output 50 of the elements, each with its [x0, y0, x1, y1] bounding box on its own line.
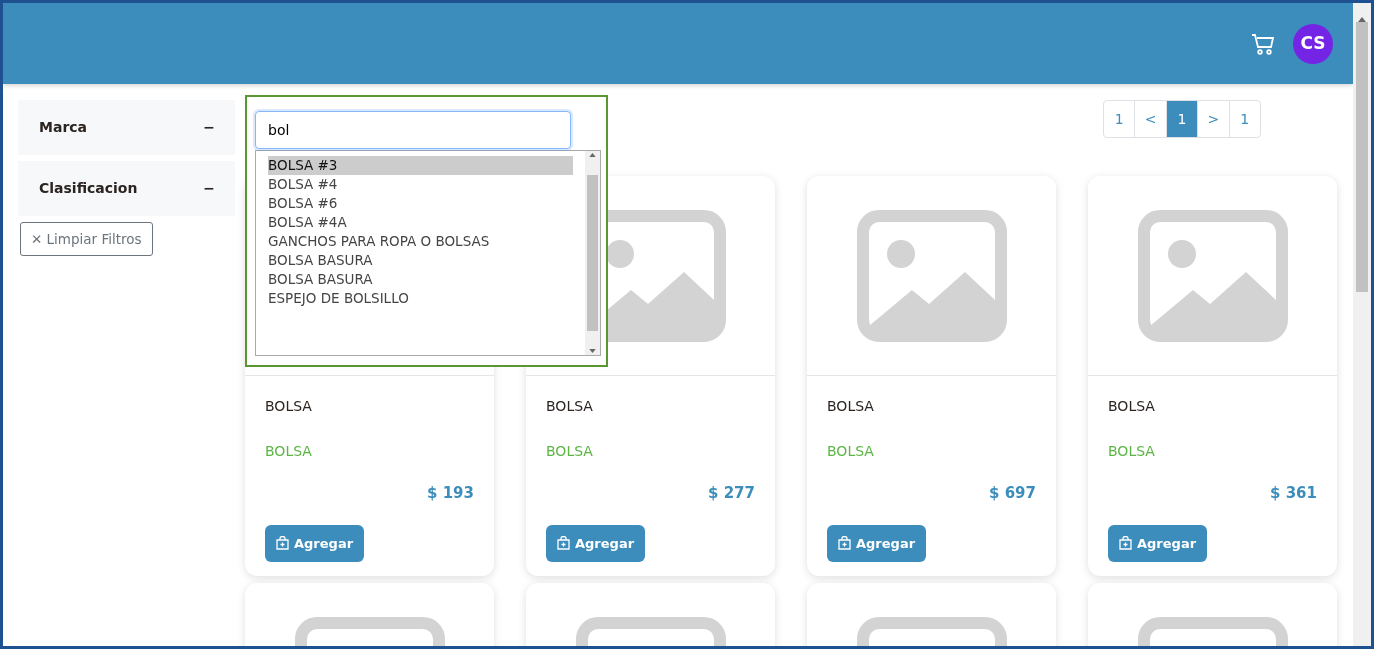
image-placeholder-icon [1137, 209, 1288, 342]
product-brand: BOLSA [546, 442, 594, 461]
collapse-toggle[interactable]: − [203, 117, 215, 138]
add-to-cart-button[interactable]: Agregar [265, 524, 365, 562]
user-avatar[interactable]: CS [1293, 23, 1333, 64]
product-price: $ 361 [1269, 483, 1317, 504]
page-link[interactable]: < [1134, 101, 1166, 137]
filter-label: Clasificacion [39, 179, 138, 198]
suggestion-item[interactable]: ESPEJO DE BOLSILLO [268, 289, 573, 308]
suggestion-item[interactable]: BOLSA BASURA [268, 270, 573, 289]
filter-panel[interactable]: Clasificacion − [18, 161, 235, 216]
image-placeholder-icon [856, 209, 1007, 342]
suggestion-item[interactable]: BOLSA #4A [268, 213, 573, 232]
scroll-up-arrow-icon[interactable] [589, 153, 596, 157]
product-brand: BOLSA [265, 442, 313, 461]
bag-plus-icon [276, 536, 289, 551]
page-link[interactable]: 1 [1165, 101, 1198, 137]
add-to-cart-button[interactable]: Agregar [546, 524, 646, 562]
suggestion-item[interactable]: GANCHOS PARA ROPA O BOLSAS [268, 232, 573, 251]
scroll-up-arrow-icon[interactable] [1358, 17, 1366, 22]
scroll-down-arrow-icon[interactable] [589, 349, 596, 353]
product-name: BOLSA [1108, 397, 1156, 416]
product-brand: BOLSA [1108, 442, 1156, 461]
search-field[interactable]: bol [255, 111, 571, 149]
product-price: $ 193 [426, 483, 474, 504]
suggestion-item[interactable]: BOLSA BASURA [268, 251, 573, 270]
suggestion-item[interactable]: BOLSA #6 [268, 194, 573, 213]
bag-plus-icon [557, 536, 570, 551]
collapse-toggle[interactable]: − [203, 178, 215, 199]
suggestion-item[interactable]: BOLSA #3 [268, 156, 573, 175]
product-price: $ 697 [988, 483, 1036, 504]
add-to-cart-button[interactable]: Agregar [1108, 524, 1208, 562]
scrollbar-thumb[interactable] [587, 175, 598, 331]
page-link[interactable]: 1 [1104, 101, 1135, 137]
product-name: BOLSA [546, 397, 594, 416]
suggestion-item[interactable]: BOLSA #4 [268, 175, 573, 194]
bag-plus-icon [838, 536, 851, 551]
product-price: $ 277 [707, 483, 755, 504]
bag-plus-icon [1119, 536, 1132, 551]
filter-panel[interactable]: Marca − [18, 100, 235, 155]
clear-filters-button[interactable]: ✕ Limpiar Filtros [20, 222, 153, 257]
product-brand: BOLSA [827, 442, 875, 461]
cart-icon[interactable] [1251, 32, 1275, 55]
add-to-cart-button[interactable]: Agregar [827, 524, 927, 562]
product-name: BOLSA [265, 397, 313, 416]
page-link[interactable]: 1 [1228, 101, 1260, 137]
page-link[interactable]: > [1197, 101, 1229, 137]
filter-label: Marca [39, 118, 88, 137]
product-name: BOLSA [827, 397, 875, 416]
scrollbar-thumb[interactable] [1356, 22, 1368, 292]
